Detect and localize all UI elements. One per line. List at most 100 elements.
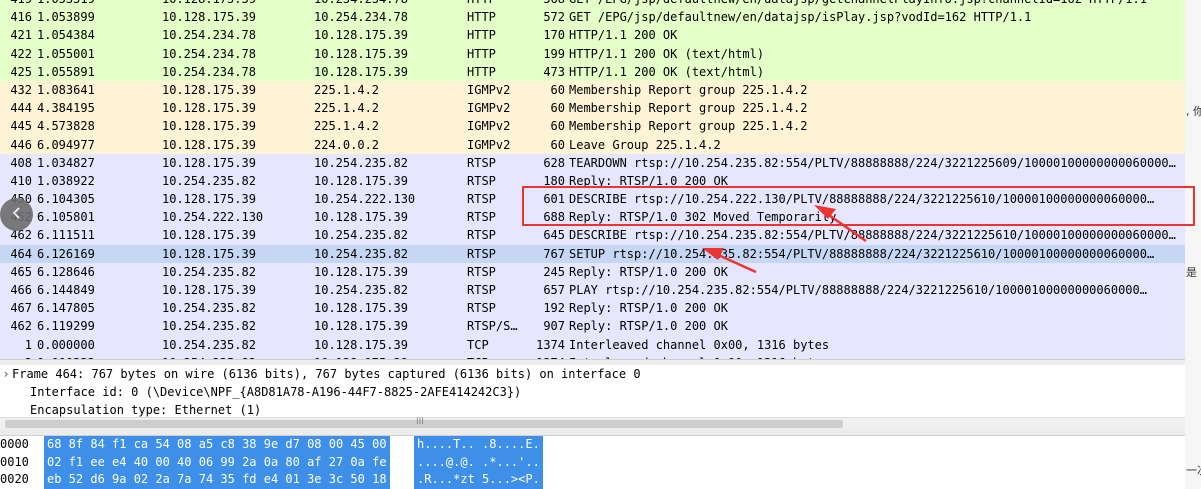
packet-protocol: RTSP	[467, 173, 496, 188]
packet-row[interactable]: 465 6.128646 10.254.235.82 10.128.175.39 RTS…	[0, 262, 1185, 281]
packet-info: PLAY rtsp://10.254.235.82:554/PLTV/88888…	[569, 283, 1147, 297]
packet-info: Membership Report group 225.1.4.2	[569, 119, 808, 134]
packet-time: 1.055891	[37, 64, 95, 79]
detail-frame-text: Frame 464: 767 bytes on wire (6136 bits)…	[12, 367, 641, 381]
packet-row[interactable]: 422 1.055001 10.254.234.78 10.128.175.39 HTT…	[0, 44, 1185, 63]
packet-number: 422	[10, 46, 32, 61]
pane-splitter-bottom[interactable]	[0, 429, 1185, 436]
byte-ascii[interactable]: ....@.@. .*...'..	[414, 453, 543, 471]
packet-number: 445	[10, 119, 32, 134]
packet-row[interactable]: 462 6.119299 10.254.235.82 10.128.175.39 RTS…	[0, 317, 1185, 336]
packet-length: 245	[543, 264, 565, 279]
packet-row[interactable]: 466 6.144849 10.128.175.39 10.254.235.82 RTS…	[0, 281, 1185, 300]
packet-source: 10.128.175.39	[162, 101, 256, 116]
packet-destination: 10.128.175.39	[314, 319, 408, 334]
packet-length: 688	[543, 210, 565, 225]
packet-row[interactable]: 467 6.147805 10.254.235.82 10.128.175.39 RTS…	[0, 299, 1185, 318]
packet-destination: 10.128.175.39	[314, 264, 408, 279]
byte-hex[interactable]: 02 f1 ee e4 40 00 40 06 99 2a 0a 80 af 2…	[44, 453, 390, 471]
packet-row[interactable]: 408 1.034827 10.128.175.39 10.254.235.82 RTS…	[0, 153, 1185, 172]
packet-protocol: RTSP	[467, 301, 496, 316]
packet-time: 6.094977	[37, 137, 95, 152]
packet-length: 657	[543, 283, 565, 297]
packet-number: 464	[10, 246, 32, 261]
packet-row[interactable]: 419 1.053519 10.128.175.3910.254.234.78HTT…	[0, 0, 1185, 9]
packet-info: Membership Report group 225.1.4.2	[569, 101, 808, 116]
packet-destination: 10.128.175.39	[314, 46, 408, 61]
packet-time: 4.573828	[37, 119, 95, 134]
packet-info: Membership Report group 225.1.4.2	[569, 82, 808, 97]
packet-row[interactable]: 1 0.000000 10.254.235.82 10.128.175.39 TCP 13…	[0, 335, 1185, 354]
packet-info: Reply: RTSP/1.0 200 OK	[569, 173, 728, 188]
packet-protocol: IGMPv2	[467, 101, 511, 116]
detail-interface-row[interactable]: Interface id: 0 (\Device\NPF_{A8D81A78-A…	[0, 383, 1185, 401]
packet-details-pane[interactable]: › Frame 464: 767 bytes on wire (6136 bits…	[0, 365, 1185, 425]
packet-source: 10.128.175.39	[162, 137, 256, 152]
packet-row[interactable]: 462 6.111511 10.128.175.39 10.254.235.82 RTS…	[0, 226, 1185, 245]
packet-length: 60	[550, 137, 565, 152]
packet-destination: 10.128.175.39	[314, 337, 408, 352]
packet-row[interactable]: 416 1.053899 10.128.175.39 10.254.234.78 HTT…	[0, 8, 1185, 27]
packet-protocol: RTSP/S…	[467, 319, 518, 334]
side-text-1: , 你	[1186, 105, 1201, 118]
packet-destination: 10.254.235.82	[314, 246, 408, 261]
packet-protocol: HTTP	[467, 64, 496, 79]
packet-info: TEARDOWN rtsp://10.254.235.82:554/PLTV/8…	[569, 155, 1176, 170]
byte-hex[interactable]: 68 8f 84 f1 ca 54 08 a5 c8 38 9e d7 08 0…	[44, 436, 390, 454]
back-button[interactable]	[0, 198, 33, 231]
packet-row[interactable]: 432 1.083641 10.128.175.39 225.1.4.2 IGMPv2 6…	[0, 80, 1185, 100]
packet-protocol: HTTP	[467, 0, 527, 8]
byte-ascii[interactable]: h....T.. .8....E.	[414, 436, 543, 454]
packet-row[interactable]: 446 6.094977 10.128.175.39 224.0.0.2 IGMPv2 6…	[0, 135, 1185, 154]
packet-length: 170	[543, 28, 565, 43]
packet-info: Reply: RTSP/1.0 200 OK	[569, 264, 728, 279]
packet-info: SETUP rtsp://10.254.235.82:554/PLTV/8888…	[569, 246, 1155, 261]
packet-info: Reply: RTSP/1.0 200 OK	[569, 319, 728, 334]
packet-length: 60	[550, 82, 565, 97]
byte-hex[interactable]: eb 52 d6 9a 02 2a 7a 74 35 fd e4 01 3e 3…	[44, 471, 390, 489]
packet-row[interactable]: 4526.10580110.254.222.13010.128.175.39RT…	[0, 208, 1185, 227]
packet-destination: 10.128.175.39	[314, 28, 408, 43]
byte-offset: 0010	[0, 454, 29, 469]
packet-length: 645	[543, 228, 565, 243]
packet-time: 1.034827	[37, 155, 95, 170]
packet-source: 10.128.175.39	[162, 0, 312, 8]
scrollbar-thumb[interactable]: III	[5, 417, 843, 428]
packet-row[interactable]: 464 6.126169 10.128.175.39 10.254.235.82 RTS…	[0, 244, 1185, 263]
packet-protocol: RTSP	[467, 155, 496, 170]
packet-bytes-pane[interactable]: 0000 68 8f 84 f1 ca 54 08 a5 c8 38 9e d7…	[0, 436, 1185, 489]
packet-number: 416	[10, 10, 32, 25]
packet-protocol: RTSP	[467, 228, 496, 243]
packet-destination: 10.254.235.82	[314, 283, 408, 297]
packet-row[interactable]: 421 1.054384 10.254.234.78 10.128.175.39 HTT…	[0, 26, 1185, 45]
chevron-right-icon[interactable]: ›	[0, 365, 12, 383]
packet-row[interactable]: 4506.10430510.128.175.3910.254.222.130RT…	[0, 190, 1185, 209]
packet-protocol: HTTP	[467, 10, 496, 25]
packet-protocol: TCP	[467, 337, 489, 352]
packet-number: 465	[10, 264, 32, 279]
packet-row[interactable]: 425 1.055891 10.254.234.78 10.128.175.39 HTT…	[0, 62, 1185, 81]
packet-number: 421	[10, 28, 32, 43]
packet-number: 408	[10, 155, 32, 170]
packet-number: 446	[10, 137, 32, 152]
packet-length: 60	[550, 119, 565, 134]
packet-source: 10.128.175.39	[162, 283, 256, 297]
packet-source: 10.254.235.82	[162, 301, 256, 316]
byte-ascii[interactable]: .R...*zt 5...><P.	[414, 471, 543, 489]
packet-row[interactable]: 445 4.573828 10.128.175.39 225.1.4.2 IGMPv2 6…	[0, 117, 1185, 136]
packet-source: 10.254.234.78	[162, 28, 256, 43]
packet-length: 180	[543, 173, 565, 188]
packet-list[interactable]: 4191.05351910.128.175.3910.254.234.78HTT…	[0, 0, 1185, 359]
packet-destination: 10.128.175.39	[314, 64, 408, 79]
byte-offset: 0000	[0, 437, 29, 451]
packet-row[interactable]: 410 1.038922 10.254.235.82 10.128.175.39 RTS…	[0, 171, 1185, 191]
packet-info: Reply: RTSP/1.0 200 OK	[569, 301, 728, 316]
detail-frame-row[interactable]: › Frame 464: 767 bytes on wire (6136 bits…	[0, 365, 1185, 383]
packet-row[interactable]: 444 4.384195 10.128.175.39 225.1.4.2 IGMPv2 6…	[0, 99, 1185, 118]
packet-time: 6.119299	[37, 319, 95, 334]
packet-list-rows: 4191.05351910.128.175.3910.254.234.78HTT…	[0, 0, 1185, 359]
packet-protocol: IGMPv2	[467, 137, 511, 152]
packet-source: 10.128.175.39	[162, 119, 256, 134]
right-side-strip: , 你 是 一次	[1185, 0, 1201, 489]
detail-encapsulation-text: Encapsulation type: Ethernet (1)	[30, 403, 262, 417]
